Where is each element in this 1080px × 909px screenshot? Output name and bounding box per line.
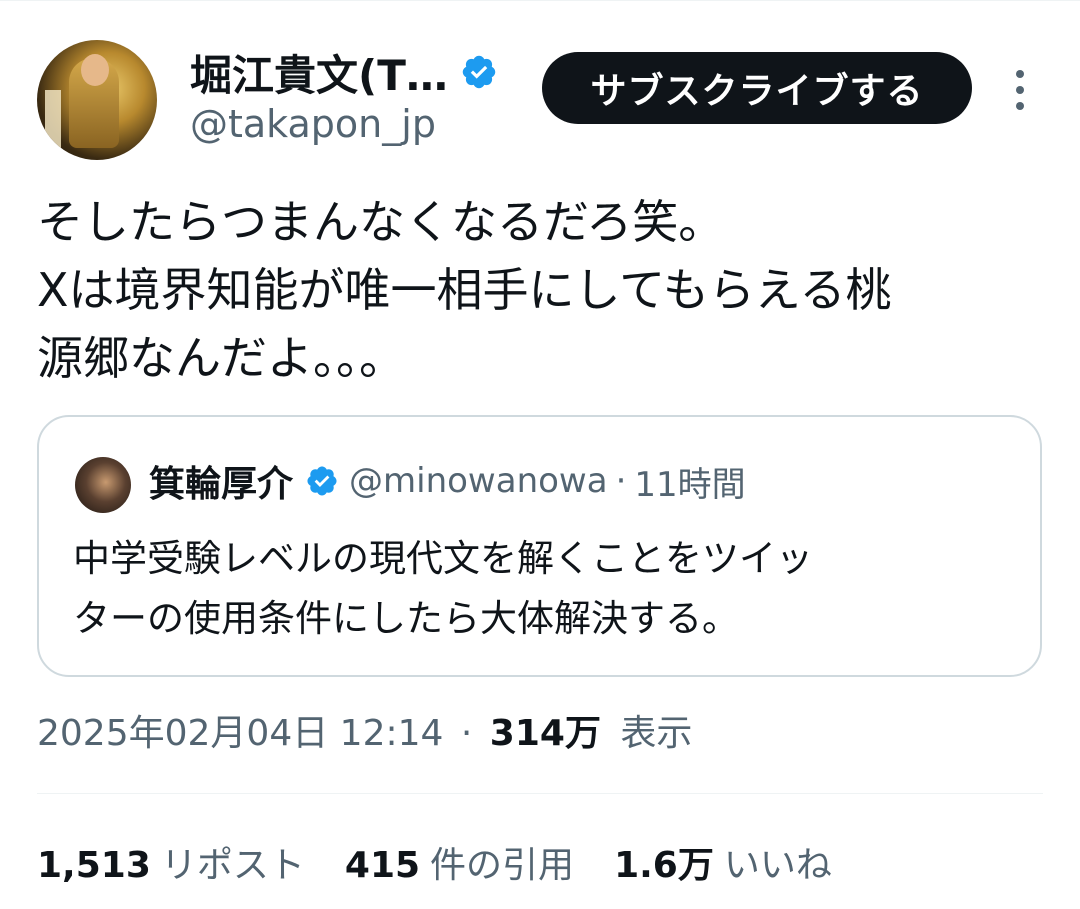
likes-count: 1.6万 (614, 845, 714, 886)
likes-stat[interactable]: 1.6万 いいね (614, 836, 832, 888)
reposts-stat[interactable]: 1,513 リポスト (37, 836, 305, 888)
quoted-header: 箕輪厚介 @minowanowa · 11時間 (149, 451, 746, 511)
avatar-head (81, 54, 109, 86)
quoted-tweet-card[interactable]: 箕輪厚介 @minowanowa · 11時間 中学受験レベルの現代文を解くこと… (37, 415, 1042, 677)
meta-separator: · (615, 461, 627, 501)
quotes-stat[interactable]: 415 件の引用 (345, 836, 574, 888)
author-avatar[interactable] (37, 40, 157, 160)
engagement-stats: 1,513 リポスト 415 件の引用 1.6万 いいね (37, 836, 872, 888)
tweet-timestamp-row: 2025年02月04日 12:14 · 314万 表示 (37, 704, 692, 756)
views-count: 314万 (489, 713, 601, 754)
quoted-age: 11時間 (634, 464, 746, 505)
subscribe-button[interactable]: サブスクライブする (542, 52, 972, 124)
more-vertical-icon[interactable] (1008, 66, 1032, 114)
quoted-author-name: 箕輪厚介 (149, 464, 294, 505)
views-label: 表示 (620, 713, 693, 754)
likes-label: いいね (723, 845, 832, 886)
quotes-label: 件の引用 (430, 845, 575, 886)
author-name[interactable]: 堀江貴文(T… (190, 42, 448, 103)
verified-badge-icon (307, 466, 337, 496)
stats-divider (37, 793, 1043, 794)
author-handle[interactable]: @takapon_jp (190, 102, 436, 146)
verified-badge-icon (462, 55, 496, 89)
reposts-count: 1,513 (37, 845, 151, 886)
top-divider (0, 0, 1080, 1)
tweet-timestamp[interactable]: 2025年02月04日 12:14 (37, 713, 443, 754)
quotes-count: 415 (344, 845, 421, 886)
quoted-text: 中学受験レベルの現代文を解くことをツイッ ターの使用条件にしたら大体解決する。 (73, 537, 813, 640)
quoted-author-handle: @minowanowa (349, 461, 608, 501)
author-name-row[interactable]: 堀江貴文(T… (190, 44, 498, 100)
quoted-author-avatar (75, 457, 131, 513)
tweet-text: そしたらつまんなくなるだろ笑。 Xは境界知能が唯一相手にしてもらえる桃 源郷なん… (37, 195, 892, 385)
reposts-label: リポスト (160, 845, 305, 886)
meta-separator: · (460, 713, 473, 754)
avatar-text-strip (45, 90, 61, 150)
